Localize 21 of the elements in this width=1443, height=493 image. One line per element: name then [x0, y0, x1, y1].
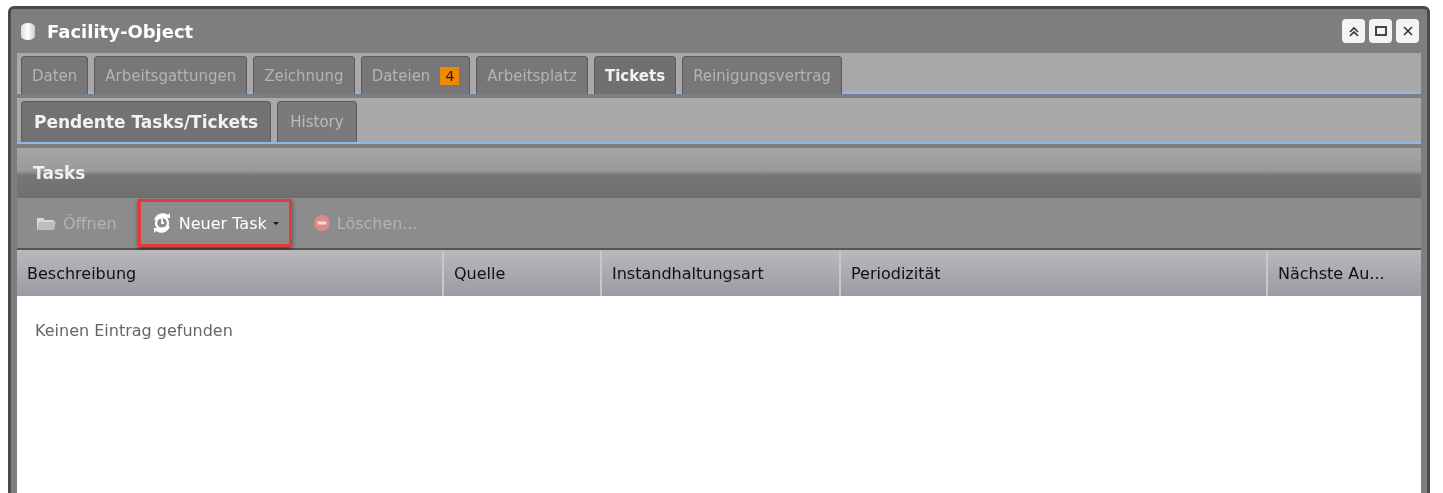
column-header[interactable]: Nächste Au...: [1268, 250, 1421, 296]
tab[interactable]: Arbeitsplatz: [476, 56, 588, 94]
window-title: Facility-Object: [47, 20, 195, 42]
panel-title: Tasks: [33, 163, 86, 183]
tab[interactable]: Dateien 4: [360, 56, 471, 94]
minus-circle-icon: [312, 214, 331, 232]
tab[interactable]: Reinigungsvertrag: [682, 56, 842, 94]
close-button[interactable]: [1396, 19, 1419, 43]
tab[interactable]: Pendente Tasks/Tickets: [21, 101, 272, 142]
database-icon: [21, 22, 35, 40]
empty-message: Keinen Eintrag gefunden: [35, 321, 233, 340]
maximize-button[interactable]: [1369, 19, 1392, 43]
tab[interactable]: Zeichnung: [253, 56, 355, 94]
count-badge: 4: [440, 66, 460, 85]
tab[interactable]: History: [277, 101, 357, 142]
collapse-button[interactable]: [1342, 19, 1365, 43]
tab[interactable]: Arbeitsgattungen: [94, 56, 248, 94]
tab[interactable]: Daten: [21, 56, 89, 94]
maximize-icon: [1372, 23, 1389, 39]
tab[interactable]: Tickets: [594, 56, 677, 94]
toolbar-button[interactable]: Neuer Task: [137, 199, 292, 247]
